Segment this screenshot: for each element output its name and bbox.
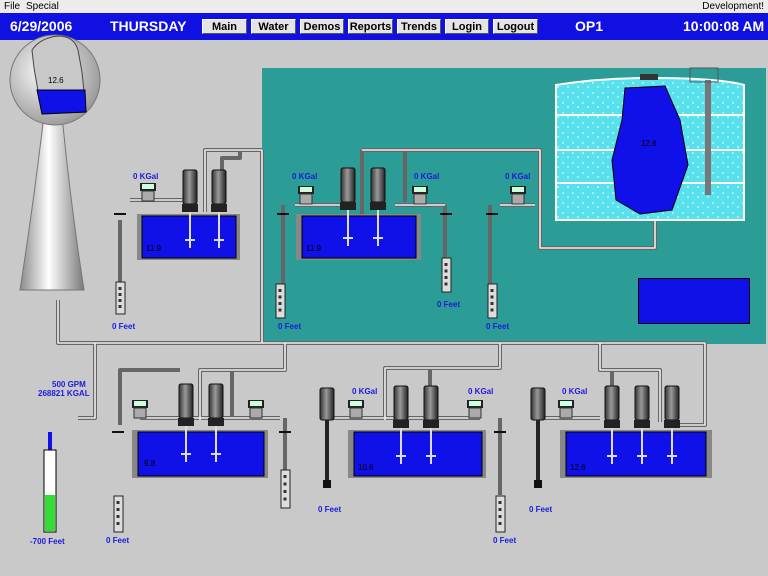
tower-level-value: 12.6 xyxy=(48,76,64,85)
level-sensor-icon[interactable] xyxy=(113,495,124,533)
lower2-meter-left-label: 0 KGal xyxy=(352,387,378,396)
pump-icon[interactable] xyxy=(319,387,335,488)
level-sensor-icon[interactable] xyxy=(275,283,286,319)
lower2-feet-left-label: 0 Feet xyxy=(318,505,342,514)
well-flow-label: 500 GPM xyxy=(52,380,86,389)
lower2-feet-right-label: 0 Feet xyxy=(493,536,517,545)
teal-meter-left-label: 0 KGal xyxy=(292,172,318,181)
flow-meter-icon[interactable] xyxy=(298,186,314,205)
level-sensors-group xyxy=(112,213,506,533)
water-tower[interactable] xyxy=(9,34,101,291)
process-diagram xyxy=(9,34,745,533)
teal-meter-far-label: 0 KGal xyxy=(505,172,531,181)
teal-meter-right-label: 0 KGal xyxy=(414,172,440,181)
teal-tank-value: 11.9 xyxy=(306,244,321,253)
flow-meter-icon[interactable] xyxy=(248,400,264,419)
flow-meter-icon[interactable] xyxy=(467,400,483,419)
well-level-fill xyxy=(45,495,55,531)
well-total-label: 268821 KGAL xyxy=(38,389,90,398)
flow-meter-icon[interactable] xyxy=(412,186,428,205)
upper-left-tank-value: 11.9 xyxy=(146,244,161,253)
teal-feet-left-label: 0 Feet xyxy=(278,322,302,331)
lower3-tank[interactable] xyxy=(565,431,707,477)
teal-feet-mid-label: 0 Feet xyxy=(437,300,461,309)
flow-meter-icon[interactable] xyxy=(348,400,364,419)
lower2-tank-value: 10.6 xyxy=(358,463,374,472)
level-sensor-icon[interactable] xyxy=(487,283,498,319)
lower1-feet-label: 0 Feet xyxy=(106,536,130,545)
pump-icon[interactable] xyxy=(530,387,546,488)
level-sensor-icon[interactable] xyxy=(115,281,126,315)
lower2-meter-right-label: 0 KGal xyxy=(468,387,494,396)
level-sensor-icon[interactable] xyxy=(280,469,291,509)
well-depth-label: -700 Feet xyxy=(30,537,65,546)
teal-feet-right-label: 0 Feet xyxy=(486,322,510,331)
lower3-meter-label: 0 KGal xyxy=(562,387,588,396)
upper-left-meter-label: 0 KGal xyxy=(133,172,159,181)
level-sensor-icon[interactable] xyxy=(441,257,452,293)
level-sensor-icon[interactable] xyxy=(495,495,506,533)
flow-meter-icon[interactable] xyxy=(140,183,156,202)
flow-meter-icon[interactable] xyxy=(558,400,574,419)
lower3-tank-value: 12.6 xyxy=(570,463,586,472)
storage-tank-value: 12.6 xyxy=(641,139,657,148)
lower3-feet-label: 0 Feet xyxy=(529,505,553,514)
lower1-tank-value: 9.8 xyxy=(144,459,156,468)
lower1-tank[interactable] xyxy=(137,431,265,477)
upper-left-feet-label: 0 Feet xyxy=(112,322,136,331)
flow-meter-icon[interactable] xyxy=(132,400,148,419)
flow-meter-icon[interactable] xyxy=(510,186,526,205)
